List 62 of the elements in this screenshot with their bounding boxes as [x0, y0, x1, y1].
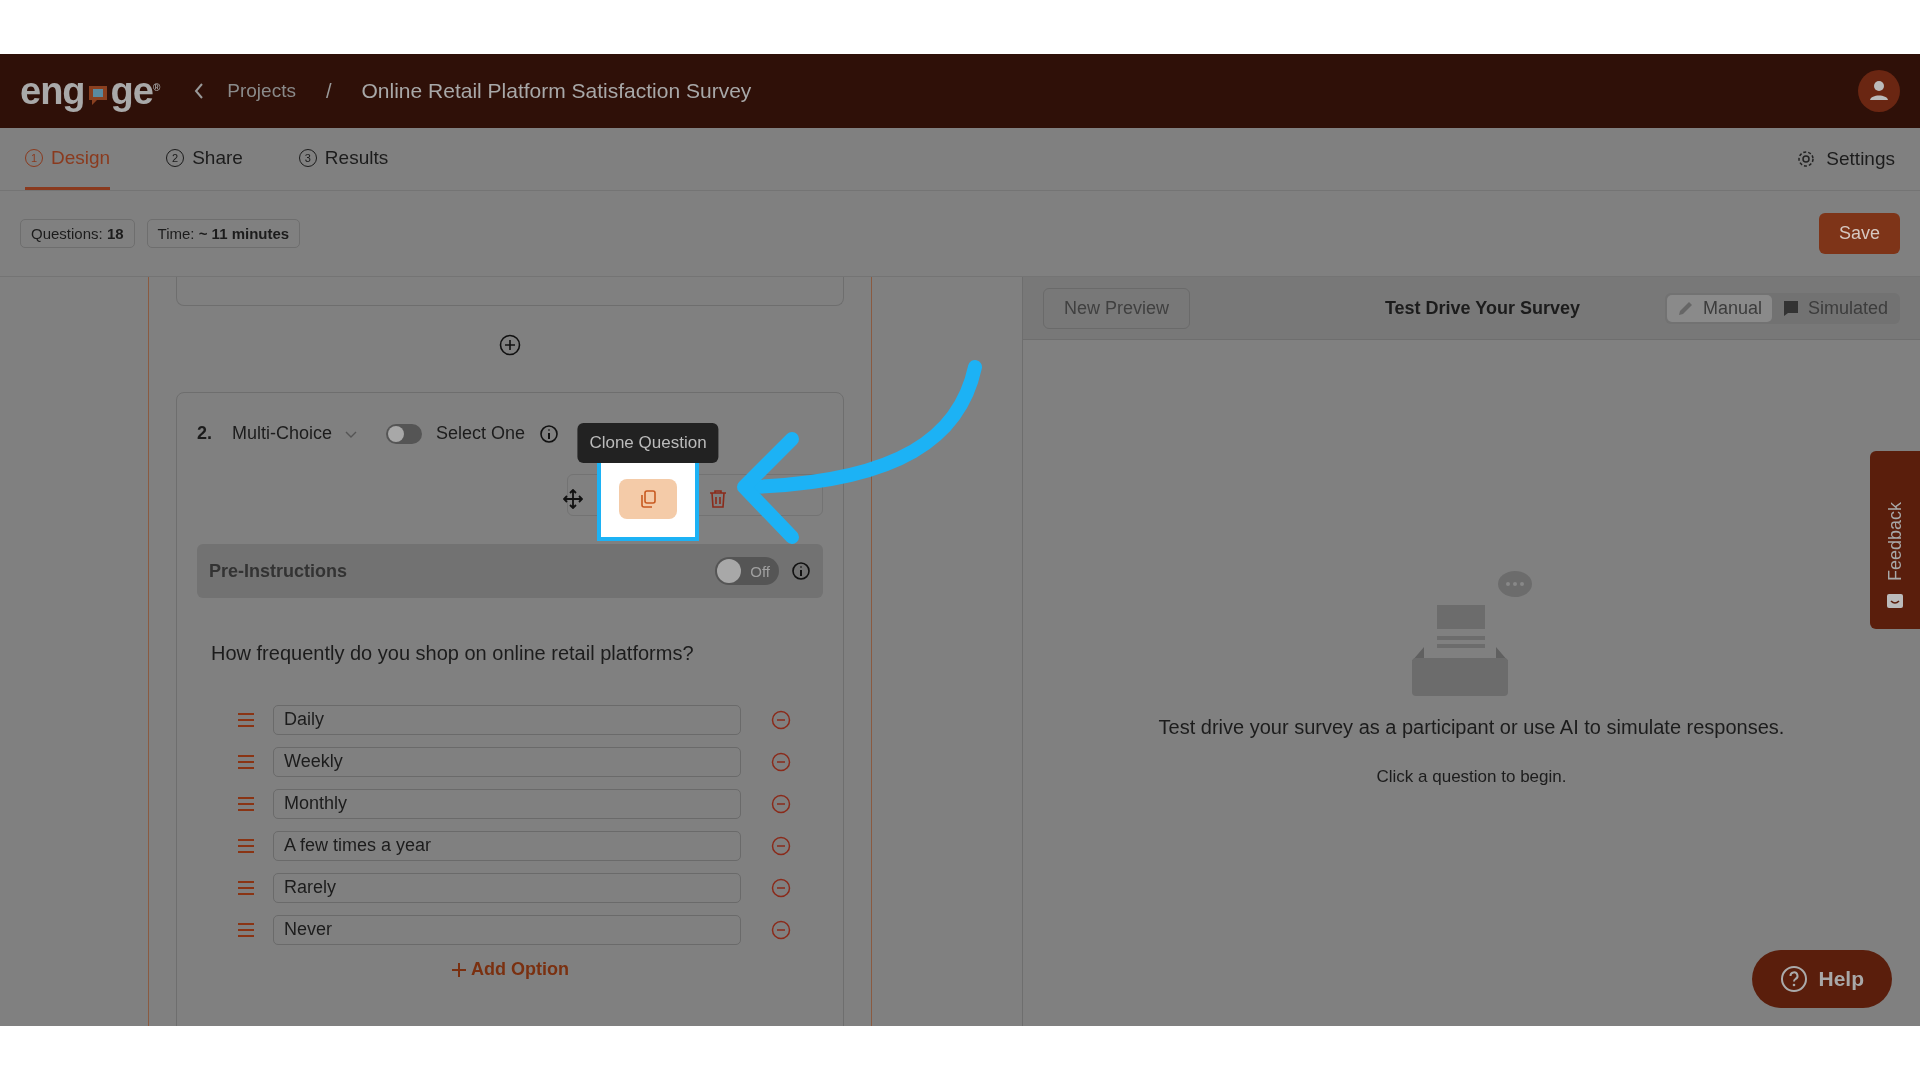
empty-state-message: Test drive your survey as a participant or use AI to simulate responses.	[1158, 716, 1785, 739]
drag-handle-icon[interactable]	[237, 880, 255, 896]
toggle-switch[interactable]	[386, 423, 423, 444]
option-field[interactable]: Rarely	[273, 873, 741, 903]
drag-handle-icon[interactable]	[237, 754, 255, 770]
help-button[interactable]: Help	[1752, 950, 1892, 1008]
add-question-icon[interactable]	[499, 334, 521, 356]
logo-text: eng	[20, 69, 85, 113]
back-chevron-icon[interactable]	[193, 82, 206, 100]
copy-icon	[639, 489, 657, 509]
remove-icon[interactable]	[771, 710, 791, 730]
mode-tab[interactable]: Manual	[1666, 294, 1772, 322]
delete-icon[interactable]	[709, 489, 727, 509]
drag-handle-icon[interactable]	[237, 796, 255, 812]
add-option-link[interactable]: Add Option	[440, 959, 580, 980]
pre-instructions-label: Pre-Instructions	[209, 560, 348, 582]
remove-icon[interactable]	[771, 752, 791, 772]
toggle-switch[interactable]: Off	[715, 557, 779, 585]
remove-icon[interactable]	[771, 878, 791, 898]
remove-icon[interactable]	[771, 836, 791, 856]
logo-text: ge	[110, 69, 153, 113]
move-icon[interactable]	[563, 489, 583, 509]
smiley-icon	[1885, 591, 1905, 611]
info-icon[interactable]	[791, 561, 811, 581]
question-number: 2.	[197, 423, 212, 444]
option-field[interactable]: Weekly	[273, 747, 741, 777]
pencil-icon	[1676, 299, 1695, 317]
plus-icon	[451, 961, 467, 978]
question-type-dropdown[interactable]: Multi-Choice	[232, 423, 359, 444]
preview-title: Test Drive Your Survey	[1384, 297, 1580, 319]
help-icon	[1780, 965, 1809, 993]
logo[interactable]: eng ge$^{®}$	[20, 69, 160, 113]
project-title: Online Retail Platform Satisfaction Survey	[361, 79, 752, 103]
empty-state-hint: Click a question to begin.	[1376, 767, 1567, 787]
clone-button[interactable]	[619, 479, 677, 519]
registered-mark: ®	[152, 81, 160, 93]
breadcrumb-link[interactable]: Projects	[227, 80, 296, 102]
stat-chip: Questions: 18	[20, 219, 135, 248]
toggle-label: Select One	[436, 423, 526, 444]
feedback-tab[interactable]: Feedback	[1870, 451, 1920, 629]
remove-icon[interactable]	[771, 794, 791, 814]
info-icon[interactable]	[539, 423, 560, 444]
chat-icon	[1781, 299, 1800, 317]
option-field[interactable]: Never	[273, 915, 741, 945]
tab[interactable]: 3 Results	[298, 128, 389, 190]
tooltip: Clone Question	[577, 423, 719, 463]
drag-handle-icon[interactable]	[237, 922, 255, 938]
drag-handle-icon[interactable]	[237, 838, 255, 854]
save-button[interactable]: Save	[1818, 213, 1900, 254]
new-preview-button[interactable]: New Preview	[1043, 287, 1191, 329]
drag-handle-icon[interactable]	[237, 712, 255, 728]
avatar-icon[interactable]	[1858, 70, 1900, 112]
settings-icon	[1796, 149, 1817, 169]
settings-button[interactable]: Settings	[1796, 128, 1895, 190]
remove-icon[interactable]	[771, 920, 791, 940]
option-field[interactable]: Monthly	[273, 789, 741, 819]
question-text: How frequently do you shop on online retail platforms?	[211, 642, 695, 665]
stat-chip: Time: ~ 11 minutes	[146, 219, 301, 248]
tab[interactable]: 2 Share	[166, 128, 243, 190]
option-field[interactable]: A few times a year	[273, 831, 741, 861]
option-field[interactable]: Daily	[273, 705, 741, 735]
breadcrumb-separator: /	[325, 79, 332, 103]
